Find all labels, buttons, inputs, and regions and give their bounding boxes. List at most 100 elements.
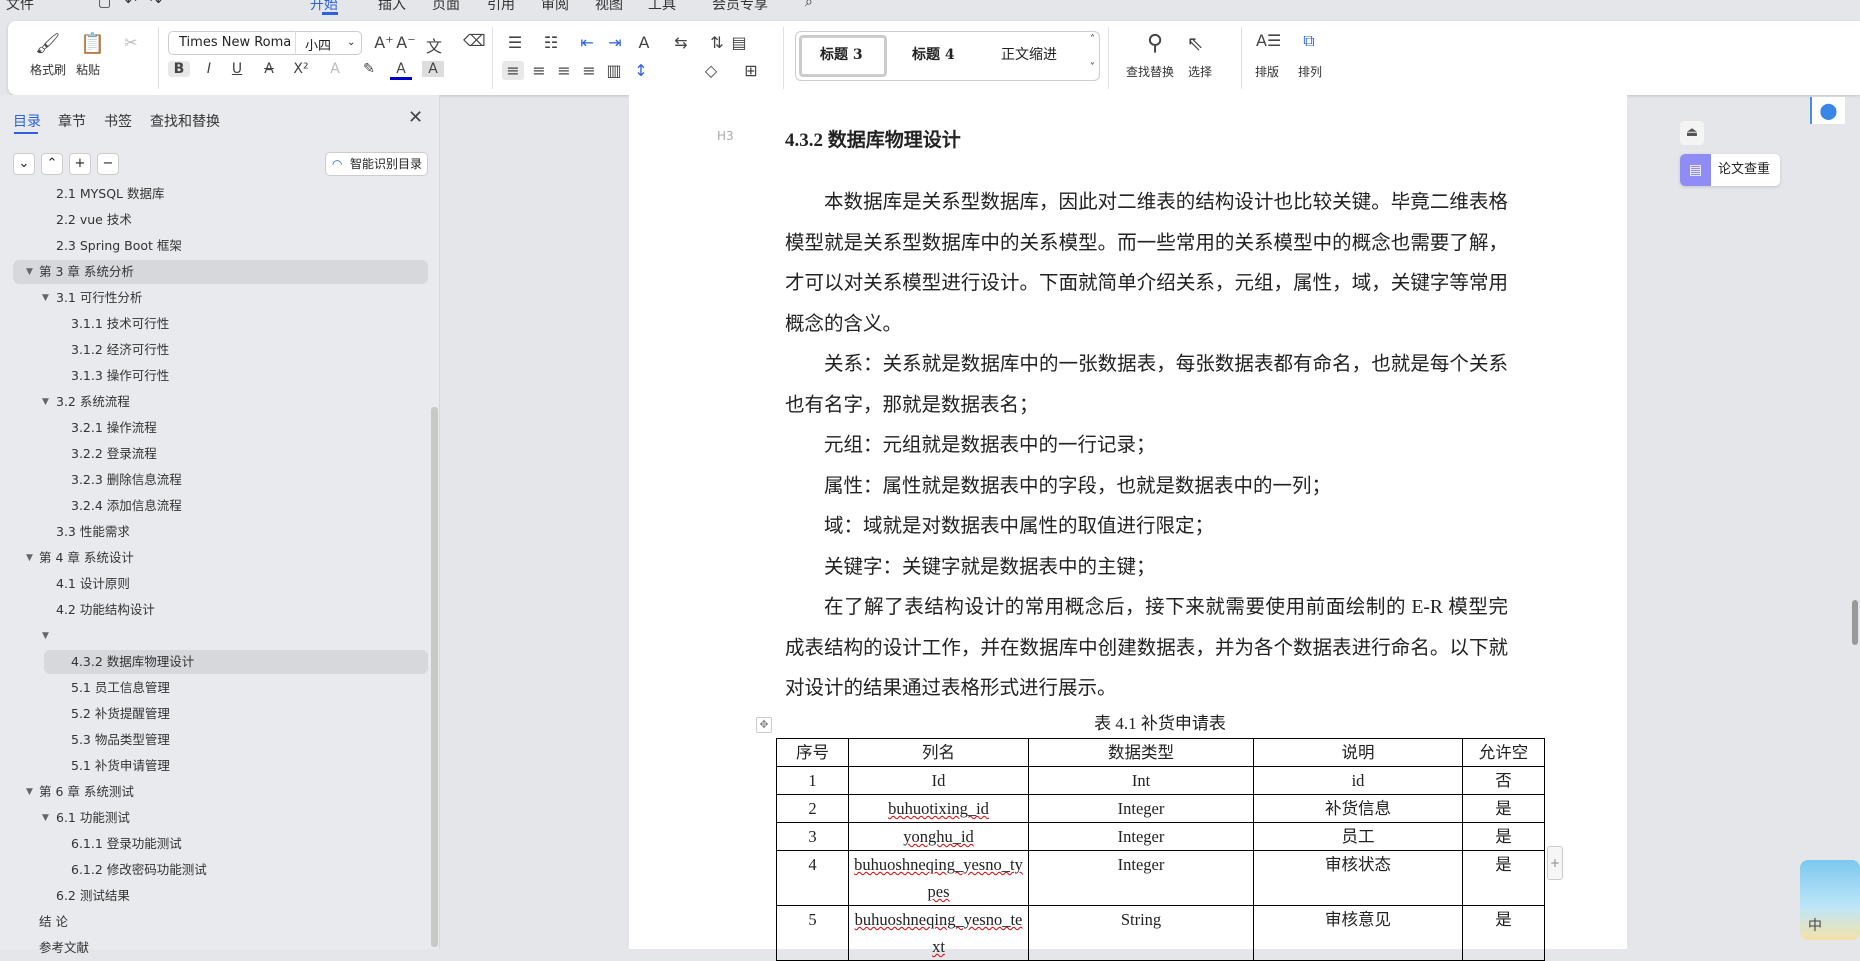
table-cell[interactable]: 1 bbox=[776, 766, 849, 795]
style-heading-3[interactable]: 标题 3 bbox=[820, 44, 863, 64]
search-icon[interactable]: ⌕ bbox=[805, 0, 813, 10]
table-cell[interactable]: 4 bbox=[776, 850, 849, 906]
shrink-font-icon[interactable]: A⁻ bbox=[395, 33, 417, 52]
select-button[interactable]: 选择 bbox=[1188, 63, 1212, 80]
expand-arrow-icon[interactable]: ▼ bbox=[26, 546, 33, 570]
table-cell[interactable]: 补货信息 bbox=[1253, 794, 1463, 823]
toc-item[interactable]: ▼ 第 4 章 系统设计 bbox=[13, 546, 428, 570]
toc-item[interactable]: 6.1.1 登录功能测试 bbox=[13, 832, 428, 856]
table-cell[interactable]: Id bbox=[848, 766, 1029, 795]
toc-item[interactable]: 3.3 性能需求 bbox=[13, 520, 428, 544]
align-left-icon[interactable]: ≡ bbox=[502, 61, 524, 80]
tab-chapters[interactable]: 章节 bbox=[58, 111, 86, 131]
close-icon[interactable]: ✕ bbox=[408, 107, 423, 128]
justify-icon[interactable]: ≡ bbox=[578, 61, 600, 80]
toc-item[interactable]: 参考文献 bbox=[13, 936, 428, 960]
paste-icon[interactable]: 📋 bbox=[80, 31, 105, 55]
find-icon[interactable]: ⚲ bbox=[1144, 31, 1166, 56]
arrange-icon[interactable]: ⧉ bbox=[1298, 31, 1320, 51]
toc-item[interactable]: ▼ 3.2 系统流程 bbox=[13, 390, 428, 414]
table-cell[interactable]: buhuotixing_id bbox=[848, 794, 1029, 823]
toc-item[interactable]: ▼ 第 3 章 系统分析 bbox=[13, 260, 428, 284]
grow-font-icon[interactable]: A⁺ bbox=[373, 33, 395, 52]
align-right-icon[interactable]: ≡ bbox=[553, 61, 575, 80]
paste-button[interactable]: 粘贴 bbox=[76, 61, 100, 78]
font-name[interactable]: Times New Roma bbox=[179, 35, 291, 50]
menu-references[interactable]: 引用 bbox=[487, 0, 515, 14]
bullet-list-icon[interactable]: ☰ bbox=[504, 33, 526, 52]
menu-file[interactable]: 文件 bbox=[6, 0, 34, 14]
toc-item[interactable]: ▼ 3.1 可行性分析 bbox=[13, 286, 428, 310]
panel-scrollbar[interactable] bbox=[431, 407, 438, 947]
table-cell[interactable]: 5 bbox=[776, 905, 849, 961]
expand-arrow-icon[interactable]: ▼ bbox=[26, 780, 33, 804]
menu-review[interactable]: 审阅 bbox=[541, 0, 569, 14]
toc-item[interactable]: 3.1.2 经济可行性 bbox=[13, 338, 428, 362]
toc-item[interactable]: 3.2.1 操作流程 bbox=[13, 416, 428, 440]
arrange-button[interactable]: 排列 bbox=[1298, 63, 1322, 80]
layout-button[interactable]: 排版 bbox=[1255, 63, 1279, 80]
font-color-icon[interactable]: A bbox=[390, 61, 412, 80]
expand-arrow-icon[interactable]: ▼ bbox=[26, 260, 33, 284]
toc-item[interactable]: 3.2.4 添加信息流程 bbox=[13, 494, 428, 518]
scroll-up-icon[interactable]: ˄ bbox=[1090, 34, 1095, 45]
toc-item[interactable]: 5.3 物品类型管理 bbox=[13, 728, 428, 752]
table-cell[interactable]: 否 bbox=[1462, 766, 1545, 795]
table-cell[interactable]: yonghu_id bbox=[848, 822, 1029, 851]
menu-tools[interactable]: 工具 bbox=[648, 0, 676, 14]
table-cell[interactable]: buhuoshneqing_yesno_types bbox=[848, 850, 1029, 906]
toc-item[interactable]: 3.1.3 操作可行性 bbox=[13, 364, 428, 388]
smart-toc-button[interactable]: ◠ 智能识别目录 bbox=[325, 152, 428, 176]
menu-view[interactable]: 视图 bbox=[595, 0, 623, 14]
expand-styles-icon[interactable]: ˅ bbox=[1090, 62, 1095, 73]
table-cell[interactable]: String bbox=[1028, 905, 1254, 961]
input-method-widget[interactable]: 中 bbox=[1800, 860, 1860, 940]
shading-icon[interactable]: ◇ bbox=[700, 61, 722, 80]
table-cell[interactable]: 是 bbox=[1462, 822, 1545, 851]
tab-bookmarks[interactable]: 书签 bbox=[104, 111, 132, 131]
decrease-indent-icon[interactable]: ⇤ bbox=[576, 33, 598, 52]
table-cell[interactable]: 审核状态 bbox=[1253, 850, 1463, 906]
table-cell[interactable]: Integer bbox=[1028, 850, 1254, 906]
toc-item[interactable]: 3.2.3 删除信息流程 bbox=[13, 468, 428, 492]
toc-item[interactable]: ▼ 第 6 章 系统测试 bbox=[13, 780, 428, 804]
ruler-icon[interactable]: ▤ bbox=[728, 33, 750, 52]
style-body-indent[interactable]: 正文缩进 bbox=[1001, 44, 1057, 64]
save-icon[interactable]: ▢ bbox=[98, 0, 111, 10]
table-cell[interactable]: Integer bbox=[1028, 794, 1254, 823]
find-replace-button[interactable]: 查找替换 bbox=[1126, 63, 1174, 80]
expand-arrow-icon[interactable]: ▼ bbox=[42, 806, 49, 830]
toc-item[interactable]: 3.1.1 技术可行性 bbox=[13, 312, 428, 336]
toc-item[interactable]: 3.2.2 登录流程 bbox=[13, 442, 428, 466]
align-center-icon[interactable]: ≡ bbox=[528, 61, 550, 80]
toc-item[interactable]: 结 论 bbox=[13, 910, 428, 934]
heading-level-marker[interactable]: H3 bbox=[717, 129, 734, 143]
text-direction-icon[interactable]: A bbox=[633, 33, 655, 52]
toc-item[interactable]: 2.3 Spring Boot 框架 bbox=[13, 234, 428, 258]
menu-member[interactable]: 会员专享 bbox=[712, 0, 768, 14]
toc-item[interactable]: 5.2 补货提醒管理 bbox=[13, 702, 428, 726]
table-move-handle[interactable]: ✥ bbox=[756, 717, 772, 733]
toc-item[interactable]: 2.2 vue 技术 bbox=[13, 208, 428, 232]
toc-item[interactable]: 5.1 补货申请管理 bbox=[13, 754, 428, 778]
expand-arrow-icon[interactable]: ▼ bbox=[42, 624, 49, 648]
menu-page[interactable]: 页面 bbox=[432, 0, 460, 14]
table-cell[interactable]: 是 bbox=[1462, 850, 1545, 906]
redo-icon[interactable]: ↷ bbox=[150, 0, 162, 10]
table-cell[interactable]: Integer bbox=[1028, 822, 1254, 851]
location-pin-icon[interactable]: ⬤ bbox=[1810, 97, 1845, 124]
highlight-icon[interactable]: ✎ bbox=[358, 61, 380, 77]
collapse-panel-icon[interactable]: ⏏ bbox=[1680, 121, 1704, 145]
plagiarism-check-button[interactable]: ▤ 论文查重 bbox=[1680, 154, 1780, 186]
expand-arrow-icon[interactable]: ▼ bbox=[42, 286, 49, 310]
toc-item[interactable]: 4.2 功能结构设计 bbox=[13, 598, 428, 622]
italic-icon[interactable]: I bbox=[198, 61, 220, 77]
document-scrollbar[interactable] bbox=[1852, 600, 1858, 645]
select-cursor-icon[interactable]: ⇖ bbox=[1184, 31, 1206, 55]
format-painter-button[interactable]: 格式刷 bbox=[30, 61, 66, 78]
collapse-up-button[interactable]: ⌃ bbox=[41, 153, 63, 175]
char-shading-icon[interactable]: A bbox=[422, 61, 444, 77]
eraser-icon[interactable]: ⌫ bbox=[463, 31, 486, 50]
toc-item[interactable]: 6.2 测试结果 bbox=[13, 884, 428, 908]
increase-indent-icon[interactable]: ⇥ bbox=[604, 33, 626, 52]
